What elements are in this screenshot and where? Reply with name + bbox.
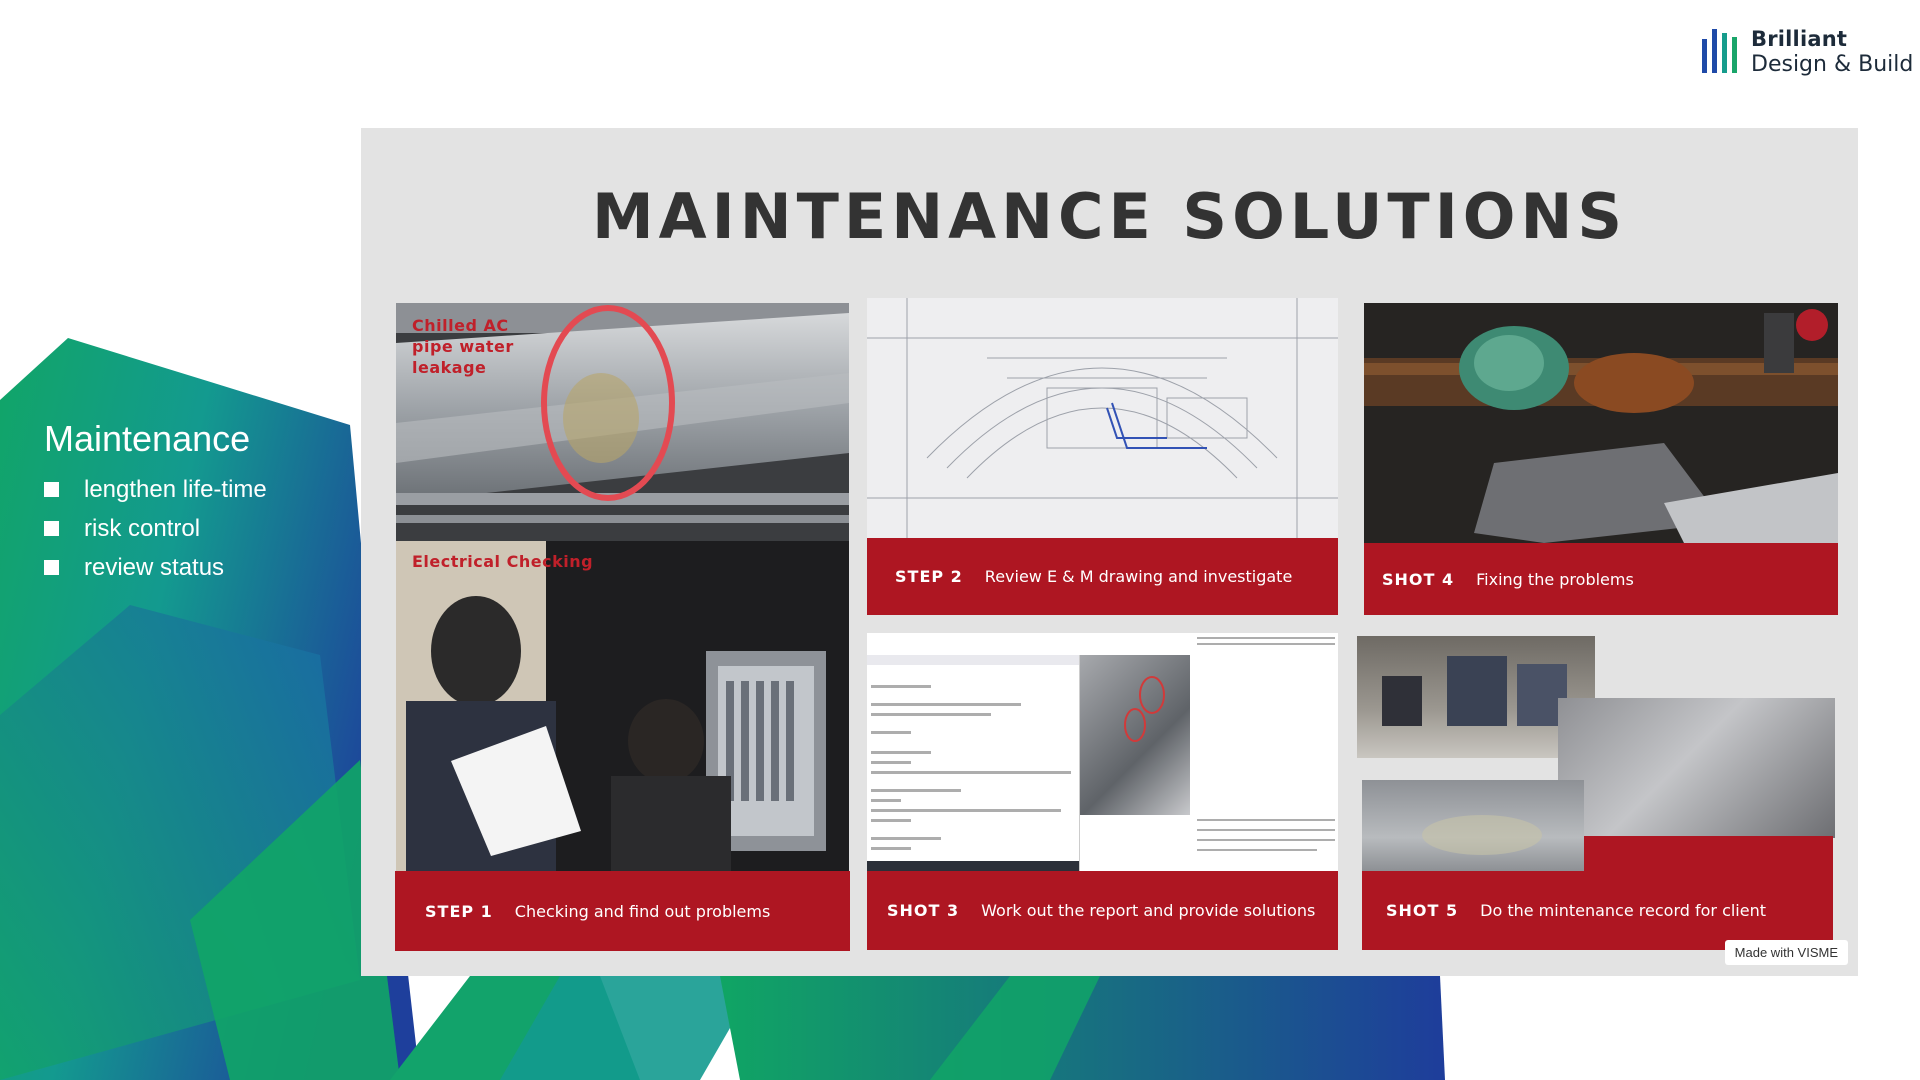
square-bullet-icon	[44, 560, 59, 575]
step-1-text: Checking and find out problems	[514, 901, 771, 921]
shot-3-text: Work out the report and provide solution…	[981, 901, 1316, 920]
shot-5-banner-tab	[1584, 836, 1833, 876]
logo-text: Brilliant Design & Build	[1751, 26, 1913, 78]
shot-5-tag: SHOT 5	[1386, 901, 1459, 920]
logo-name-line2: Design & Build	[1751, 52, 1914, 77]
photo-em-drawing	[867, 298, 1338, 538]
photo-label-electrical: Electrical Checking	[412, 552, 594, 571]
logo-bars-icon	[1702, 29, 1737, 73]
bullet-item: lengthen life-time	[44, 470, 267, 509]
sidebar-bullet-list: lengthen life-time risk control review s…	[44, 470, 267, 587]
rusty-pipes-image	[1364, 303, 1838, 543]
square-bullet-icon	[44, 482, 59, 497]
photo-pipe-leakage: Chilled AC pipe water leakage	[396, 303, 849, 541]
photo-rusty-pipes	[1364, 303, 1838, 543]
shot-4-text: Fixing the problems	[1476, 569, 1634, 589]
shot-4-tag: SHOT 4	[1382, 569, 1455, 589]
shot-3-banner: SHOT 3 Work out the report and provide s…	[867, 871, 1338, 950]
report-window-taskbar	[867, 861, 1079, 871]
slide-title: MAINTENANCE SOLUTIONS	[591, 180, 1628, 253]
photo-report-document	[867, 633, 1338, 871]
logo-name-line1: Brilliant	[1751, 27, 1848, 51]
sidebar-title: Maintenance	[44, 418, 251, 459]
electrical-checking-image	[396, 541, 849, 871]
made-with-visme-badge[interactable]: Made with VISME	[1724, 940, 1848, 965]
photo-record-ceiling	[1558, 698, 1835, 838]
photo-electrical-checking: Electrical Checking	[396, 541, 849, 871]
report-window-toolbar	[867, 655, 1079, 665]
bullet-item: review status	[44, 548, 267, 587]
shot-5-text: Do the mintenance record for client	[1480, 901, 1767, 920]
step-2-text: Review E & M drawing and investigate	[984, 567, 1293, 586]
shot-4-banner: SHOT 4 Fixing the problems	[1364, 543, 1838, 615]
report-duct-image	[1080, 655, 1190, 815]
square-bullet-icon	[44, 521, 59, 536]
step-1-tag: STEP 1	[425, 901, 493, 921]
step-1-banner: STEP 1 Checking and find out problems	[395, 871, 850, 951]
report-window	[867, 655, 1080, 871]
step-2-banner: STEP 2 Review E & M drawing and investig…	[867, 538, 1338, 615]
shot-3-tag: SHOT 3	[887, 901, 960, 920]
sidebar-text: Maintenance lengthen life-time risk cont…	[44, 418, 267, 587]
shot-5-banner: SHOT 5 Do the mintenance record for clie…	[1362, 871, 1833, 950]
photo-label-pipe-leak: Chilled AC pipe water leakage	[412, 316, 514, 377]
bullet-item: risk control	[44, 509, 267, 548]
embedded-slide: MAINTENANCE SOLUTIONS Chilled AC pipe wa…	[361, 128, 1858, 976]
em-drawing-image	[867, 298, 1338, 538]
step-2-tag: STEP 2	[895, 567, 963, 586]
brand-logo: Brilliant Design & Build	[1702, 26, 1913, 78]
